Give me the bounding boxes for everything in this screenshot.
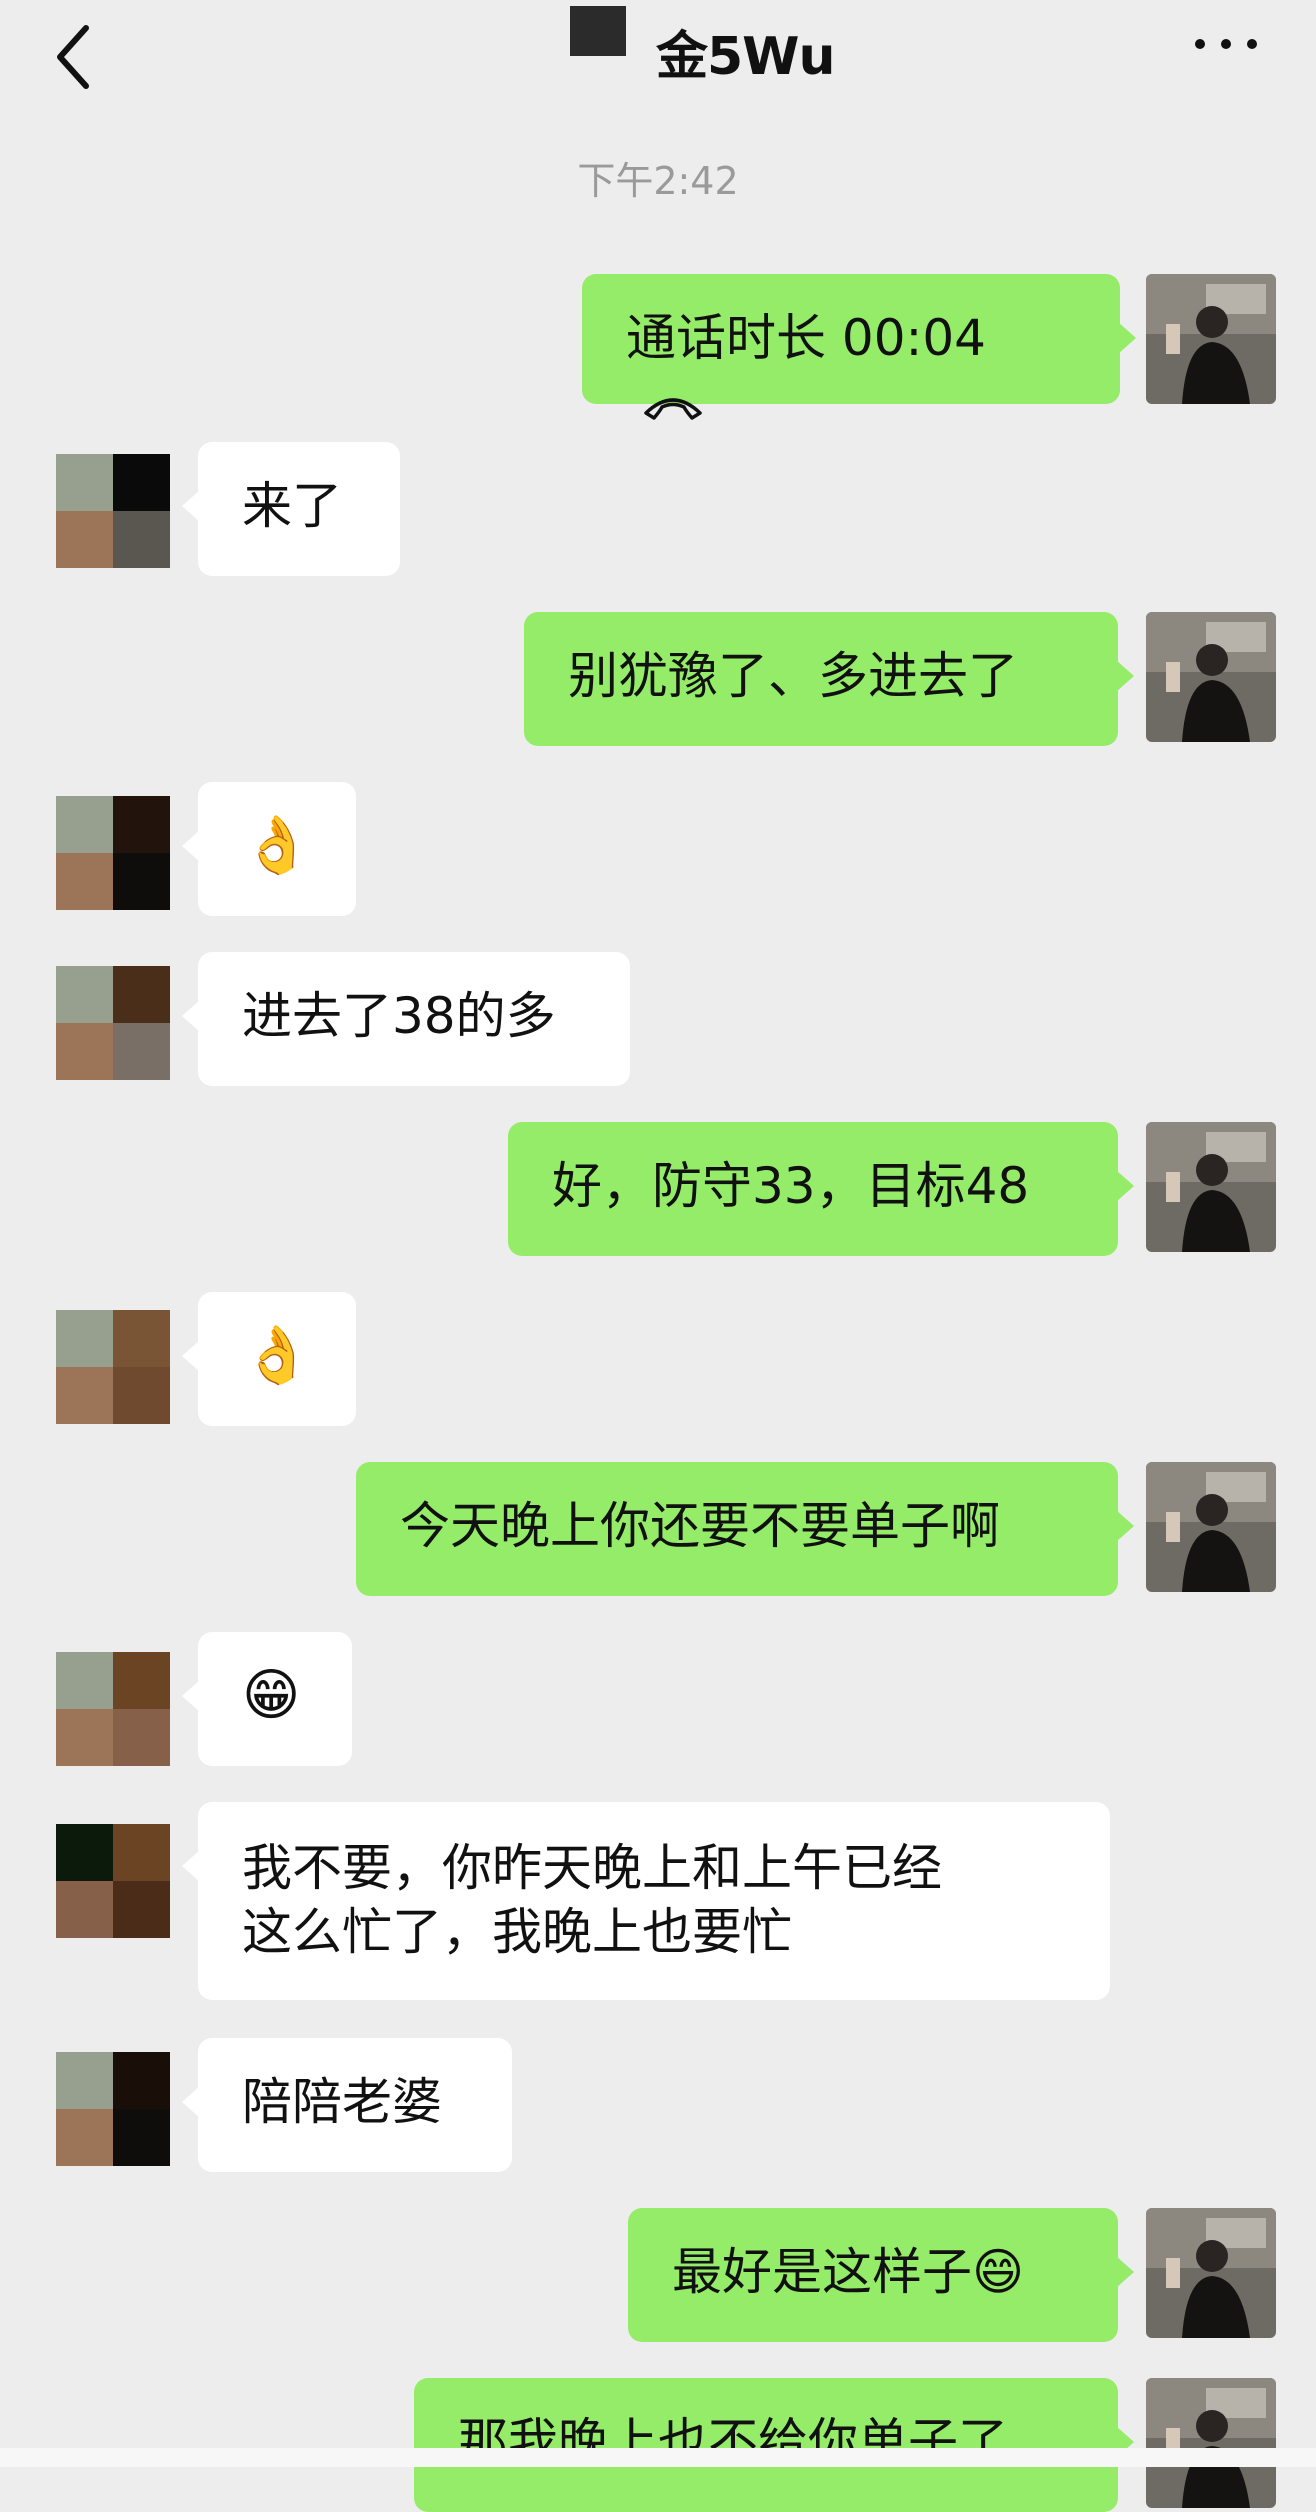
chat-header: 金5Wu (0, 0, 1316, 134)
message-text: 陪陪老婆 (242, 2073, 442, 2131)
chat-title: 金5Wu (656, 27, 836, 87)
my-avatar[interactable] (1146, 612, 1276, 742)
message-bubble-sent[interactable]: 别犹豫了、多进去了 (524, 612, 1134, 746)
my-avatar[interactable] (1146, 2208, 1276, 2338)
message-timestamp: 下午2:42 (577, 159, 739, 203)
phone-hangup-icon (644, 397, 702, 420)
message-text: 进去了38的多 (242, 987, 556, 1045)
message-text-line: 我不要，你昨天晚上和上午已经 (242, 1839, 942, 1897)
message-emoji: 👌 (242, 1323, 312, 1388)
contact-avatar[interactable] (56, 1652, 170, 1766)
contact-avatar[interactable] (56, 1310, 170, 1424)
my-avatar[interactable] (1146, 1122, 1276, 1252)
contact-avatar[interactable] (56, 2052, 170, 2166)
message-bubble-received[interactable]: 😁 (182, 1632, 352, 1766)
my-avatar[interactable] (1146, 274, 1276, 404)
message-text-line: 这么忙了，我晚上也要忙 (242, 1903, 792, 1961)
message-bubble-received[interactable]: 陪陪老婆 (182, 2038, 512, 2172)
message-bubble-received[interactable]: 👌 (182, 782, 356, 916)
message-bubble-sent[interactable]: 最好是这样子😄 (628, 2208, 1134, 2342)
message-emoji: 👌 (242, 813, 312, 878)
message-bubble-sent[interactable]: 那我晚上也不给你单子了 (414, 2378, 1134, 2512)
message-bubble-received[interactable]: 来了 (182, 442, 400, 576)
contact-avatar[interactable] (56, 796, 170, 910)
message-bubble-sent[interactable]: 今天晚上你还要不要单子啊 (356, 1462, 1134, 1596)
message-text: 别犹豫了、多进去了 (568, 647, 1018, 705)
message-bubble-received[interactable]: 进去了38的多 (182, 952, 630, 1086)
message-text: 来了 (242, 477, 342, 535)
message-bubble-sent[interactable]: 通话时长 00:04 (582, 274, 1136, 420)
message-text: 通话时长 00:04 (626, 309, 986, 367)
message-emoji: 😁 (242, 1663, 301, 1728)
message-text: 今天晚上你还要不要单子啊 (400, 1497, 1000, 1555)
message-text: 好，防守33，目标48 (552, 1157, 1030, 1215)
contact-avatar[interactable] (56, 454, 170, 568)
more-options-icon[interactable] (1190, 26, 1262, 62)
contact-avatar[interactable] (56, 966, 170, 1080)
redacted-title-block (570, 6, 626, 56)
message-text: 最好是这样子😄 (672, 2243, 1025, 2301)
back-arrow-icon[interactable] (52, 22, 96, 92)
my-avatar[interactable] (1146, 2378, 1276, 2508)
message-bubble-sent[interactable]: 好，防守33，目标48 (508, 1122, 1134, 1256)
message-bubble-received[interactable]: 我不要，你昨天晚上和上午已经 这么忙了，我晚上也要忙 (182, 1802, 1110, 2000)
message-bubble-received[interactable]: 👌 (182, 1292, 356, 1426)
contact-avatar[interactable] (56, 1824, 170, 1938)
my-avatar[interactable] (1146, 1462, 1276, 1592)
bottom-edge (0, 2448, 1316, 2467)
